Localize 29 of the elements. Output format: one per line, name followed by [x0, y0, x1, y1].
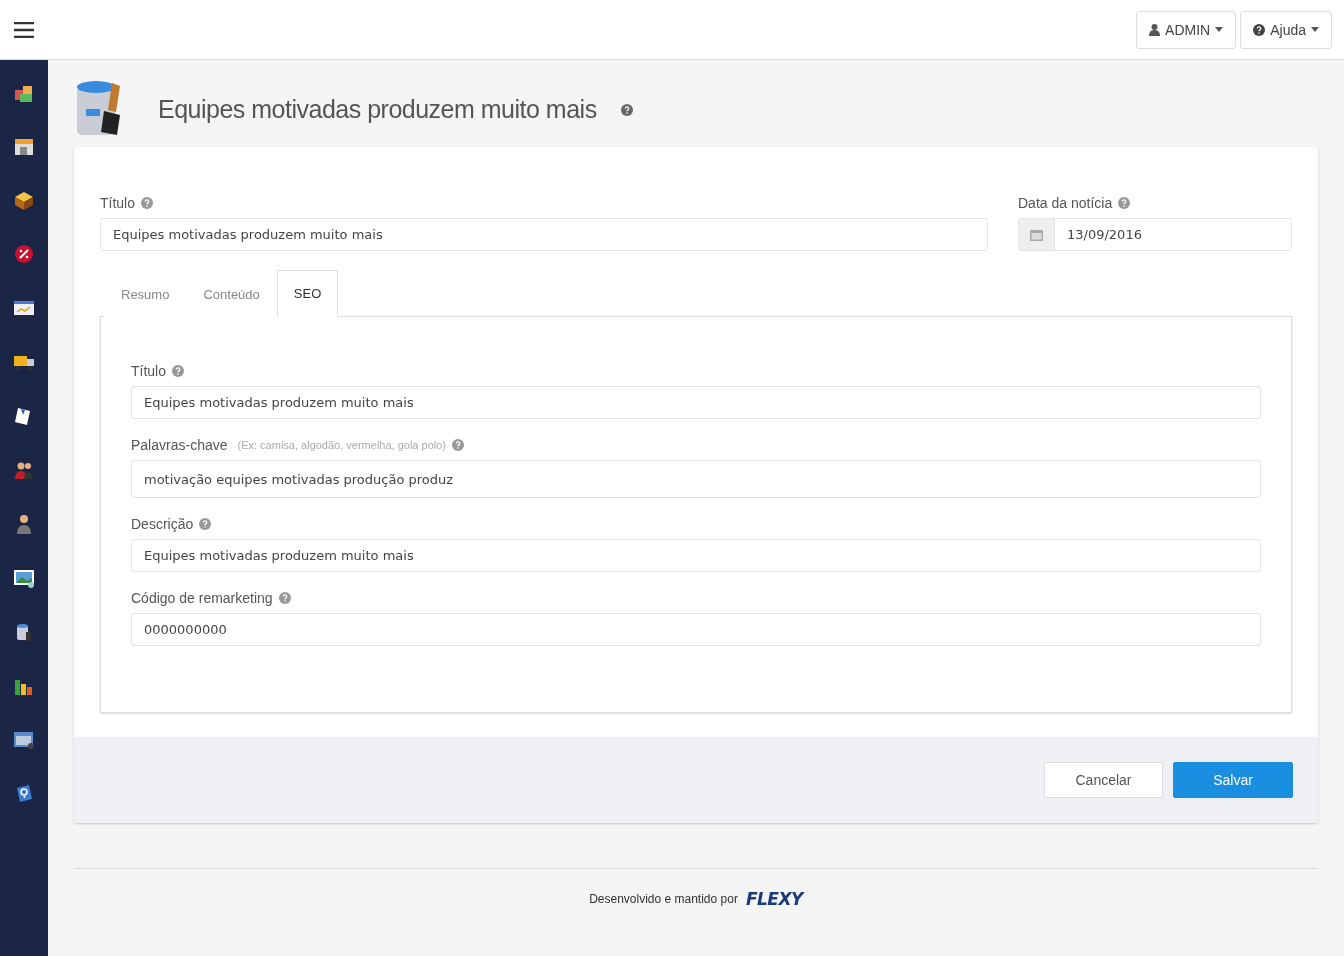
field-label: Data da notícia [1018, 195, 1113, 211]
user-menu-button[interactable]: ADMIN [1136, 10, 1237, 49]
field-label: Título [100, 195, 135, 211]
caret-icon [1311, 27, 1319, 32]
text-field[interactable]: Equipes motivadas produzem muito mais [131, 386, 1261, 419]
page-title: Equipes motivadas produzem muito mais [158, 95, 597, 124]
field-label: Palavras-chave [131, 437, 228, 453]
cancel-button[interactable]: Cancelar [1044, 762, 1163, 798]
percent-badge-icon[interactable] [12, 242, 36, 266]
user-icon [1149, 23, 1161, 36]
text-field[interactable]: Equipes motivadas produzem muito mais [131, 539, 1261, 572]
field-hint: (Ex: camisa, algodão, vermelha, gola polo) [237, 439, 446, 451]
field-label: Código de remarketing [131, 590, 273, 606]
save-button[interactable]: Salvar [1173, 762, 1293, 798]
help-menu-button[interactable]: Ajuda [1240, 10, 1332, 49]
footer-text: Desenvolvido e mantido por [589, 892, 738, 906]
field-label: Descrição [131, 516, 194, 532]
date-field[interactable]: 13/09/2016 [1018, 218, 1292, 251]
caret-icon [1215, 27, 1224, 32]
menu-icon[interactable] [14, 21, 34, 38]
tab[interactable]: SEO [276, 270, 339, 317]
brand-logo[interactable]: FLEXY [745, 889, 803, 909]
text-field[interactable]: motivação equipes motivadas produção produz [131, 460, 1261, 498]
text-field[interactable]: 0000000000 [131, 613, 1261, 646]
calendar-icon [1030, 228, 1043, 241]
help-icon[interactable] [1253, 23, 1266, 36]
field-label: Título [131, 363, 166, 379]
help-icon[interactable] [620, 103, 633, 116]
text-field[interactable]: Equipes motivadas produzem muito mais [100, 218, 988, 251]
